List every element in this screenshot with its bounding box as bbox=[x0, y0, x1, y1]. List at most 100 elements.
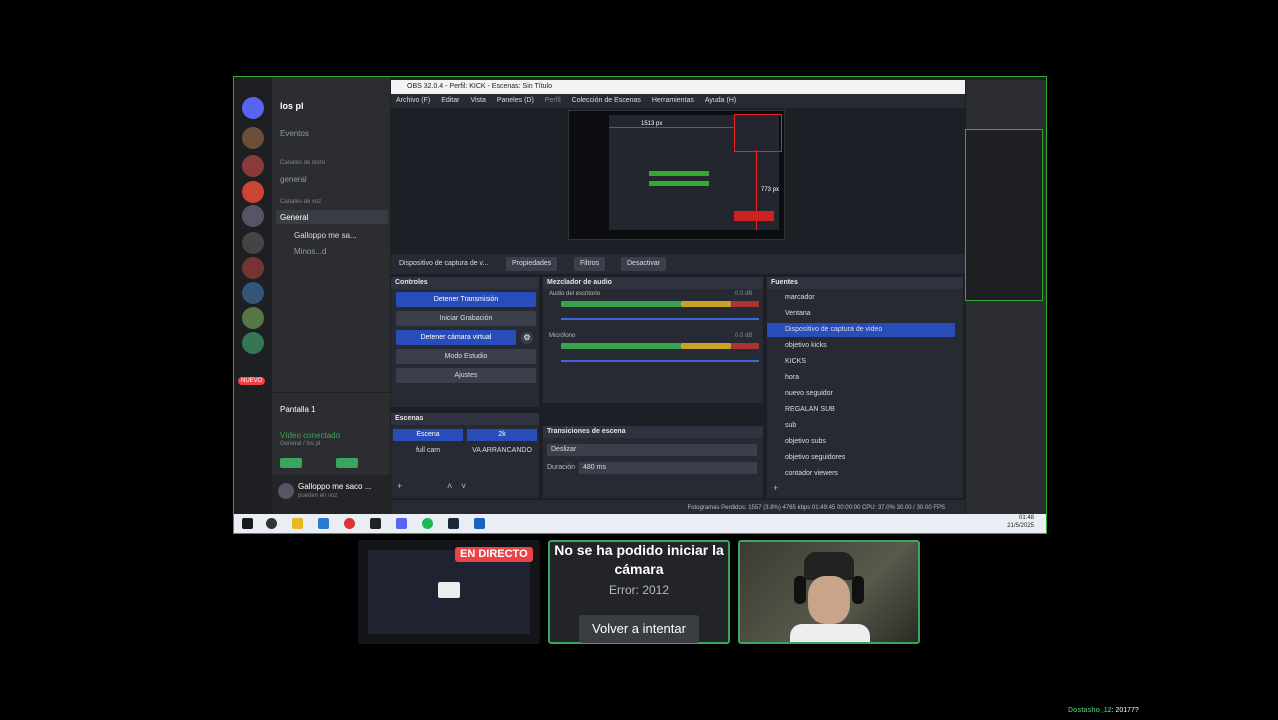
source-item[interactable]: Ventana bbox=[767, 307, 955, 321]
scene-item[interactable]: 2k bbox=[467, 429, 537, 441]
menu-item[interactable]: Editar bbox=[441, 97, 459, 104]
server-icon[interactable] bbox=[242, 181, 264, 203]
video-connected-sub: General / los pl bbox=[280, 441, 321, 447]
obs-window: OBS 32.0.4 - Perfil: KICK - Escenas: Sin… bbox=[391, 80, 965, 517]
server-icon[interactable] bbox=[242, 232, 264, 254]
menu-item[interactable]: Perfil bbox=[545, 97, 561, 104]
menu-item[interactable]: Archivo (F) bbox=[396, 97, 430, 104]
source-item[interactable]: marcador bbox=[767, 291, 955, 305]
scene-item[interactable]: Escena bbox=[393, 429, 463, 441]
disable-button[interactable]: Desactivar bbox=[621, 257, 667, 271]
retry-button[interactable]: Volver a intentar bbox=[579, 615, 699, 643]
live-badge: EN DIRECTO bbox=[455, 547, 533, 562]
properties-button[interactable]: Propiedades bbox=[506, 257, 558, 271]
source-item-selected[interactable]: Dispositivo de captura de video bbox=[767, 323, 955, 337]
viewer-name: Dostasho_12 bbox=[1068, 707, 1112, 714]
spotify-icon[interactable] bbox=[422, 518, 433, 529]
webcam-tile[interactable] bbox=[738, 540, 920, 644]
studio-mode-button[interactable]: Modo Estudio bbox=[396, 349, 536, 364]
source-item[interactable]: objetivo kicks bbox=[767, 339, 955, 353]
settings-button[interactable]: Ajustes bbox=[396, 368, 536, 383]
level-meter-green bbox=[561, 343, 681, 349]
voice-user[interactable]: Galloppo me sa... bbox=[294, 231, 357, 240]
server-icon[interactable] bbox=[242, 205, 264, 227]
volume-slider[interactable] bbox=[561, 318, 759, 320]
stop-virtual-camera-button[interactable]: Detener cámara virtual bbox=[396, 330, 516, 345]
source-item[interactable]: hora bbox=[767, 371, 955, 385]
monitor-icon bbox=[438, 582, 460, 598]
shared-screen: NUEVO los pl Eventos Canales de texto ge… bbox=[233, 76, 1047, 534]
level-meter-green bbox=[561, 301, 681, 307]
chrome-icon[interactable] bbox=[344, 518, 355, 529]
events-link[interactable]: Eventos bbox=[280, 129, 309, 138]
face bbox=[808, 576, 850, 624]
duration-input[interactable]: 480 ms bbox=[579, 462, 757, 474]
stop-stream-button[interactable]: Detener Transmisión bbox=[396, 292, 536, 307]
preview-width-label: 1513 px bbox=[641, 121, 663, 127]
scenes-title: Escenas bbox=[391, 413, 539, 425]
mail-icon[interactable] bbox=[318, 518, 329, 529]
app-icon[interactable] bbox=[474, 518, 485, 529]
preview-selection-box[interactable] bbox=[734, 114, 782, 152]
move-up-icon[interactable]: ˄ bbox=[447, 481, 452, 491]
level-meter-yellow bbox=[681, 301, 731, 307]
menu-item[interactable]: Herramientas bbox=[652, 97, 694, 104]
server-icon[interactable] bbox=[242, 307, 264, 329]
add-source-icon[interactable]: + bbox=[773, 483, 778, 493]
voice-channel-general[interactable]: General bbox=[280, 213, 308, 222]
voice-user[interactable]: Minos...d bbox=[294, 247, 326, 256]
server-name[interactable]: los pl bbox=[280, 101, 304, 111]
file-explorer-icon[interactable] bbox=[292, 518, 303, 529]
steam-icon[interactable] bbox=[448, 518, 459, 529]
server-icon[interactable] bbox=[242, 282, 264, 304]
video-connected: Vídeo conectado bbox=[280, 431, 341, 440]
obs-title: OBS 32.0.4 - Perfil: KICK - Escenas: Sin… bbox=[407, 83, 552, 90]
voice-channels-header[interactable]: Canales de voz bbox=[280, 199, 321, 205]
taskbar-date[interactable]: 21/5/2025 bbox=[994, 523, 1034, 529]
source-item[interactable]: sub bbox=[767, 419, 955, 433]
server-icon[interactable] bbox=[242, 127, 264, 149]
transition-select[interactable]: Deslizar bbox=[547, 444, 757, 456]
sources-title: Fuentes bbox=[767, 277, 963, 289]
screen-share-button[interactable] bbox=[336, 458, 358, 468]
source-item[interactable]: KICKS bbox=[767, 355, 955, 369]
start-recording-button[interactable]: Iniciar Grabación bbox=[396, 311, 536, 326]
headphones-icon bbox=[852, 576, 864, 604]
obs-preview[interactable]: 1513 px 773 px bbox=[568, 110, 785, 240]
source-item[interactable]: objetivo subs bbox=[767, 435, 955, 449]
gear-icon[interactable]: ⚙ bbox=[521, 332, 533, 344]
volume-slider[interactable] bbox=[561, 360, 759, 362]
mixer-track-db: 0.0 dB bbox=[735, 333, 753, 339]
level-meter-yellow bbox=[681, 343, 731, 349]
taskbar-time[interactable]: 01:48 bbox=[994, 515, 1034, 521]
scene-item[interactable]: VA ARRANCANDO bbox=[467, 445, 537, 457]
channel-general[interactable]: general bbox=[280, 175, 307, 184]
search-icon[interactable] bbox=[266, 518, 277, 529]
menu-item[interactable]: Ayuda (H) bbox=[705, 97, 736, 104]
menu-item[interactable]: Vista bbox=[470, 97, 485, 104]
source-item[interactable]: contador viewers bbox=[767, 467, 955, 481]
windows-start-icon[interactable] bbox=[242, 518, 253, 529]
add-scene-icon[interactable]: + bbox=[397, 481, 402, 491]
mixer-track-name: Micrófono bbox=[549, 333, 576, 339]
server-icon[interactable] bbox=[242, 257, 264, 279]
discord-icon[interactable] bbox=[396, 518, 407, 529]
avatar[interactable] bbox=[278, 483, 294, 499]
discord-home-icon[interactable] bbox=[242, 97, 264, 119]
menu-item[interactable]: Paneles (D) bbox=[497, 97, 534, 104]
transitions-dock: Transiciones de escena Deslizar Duración… bbox=[543, 426, 763, 498]
source-item[interactable]: REGALAN SUB bbox=[767, 403, 955, 417]
move-down-icon[interactable]: ˅ bbox=[461, 481, 466, 491]
viewer-value: : 20177? bbox=[1111, 707, 1139, 714]
source-item[interactable]: nuevo seguidor bbox=[767, 387, 955, 401]
source-item[interactable]: objetivo seguidores bbox=[767, 451, 955, 465]
camera-button[interactable] bbox=[280, 458, 302, 468]
level-meter-red bbox=[731, 301, 759, 307]
server-icon[interactable] bbox=[242, 332, 264, 354]
text-channels-header[interactable]: Canales de texto bbox=[280, 160, 325, 166]
scene-item[interactable]: full cam bbox=[393, 445, 463, 457]
filters-button[interactable]: Filtros bbox=[574, 257, 606, 271]
server-icon[interactable] bbox=[242, 155, 264, 177]
menu-item[interactable]: Colección de Escenas bbox=[572, 97, 641, 104]
obs-icon[interactable] bbox=[370, 518, 381, 529]
